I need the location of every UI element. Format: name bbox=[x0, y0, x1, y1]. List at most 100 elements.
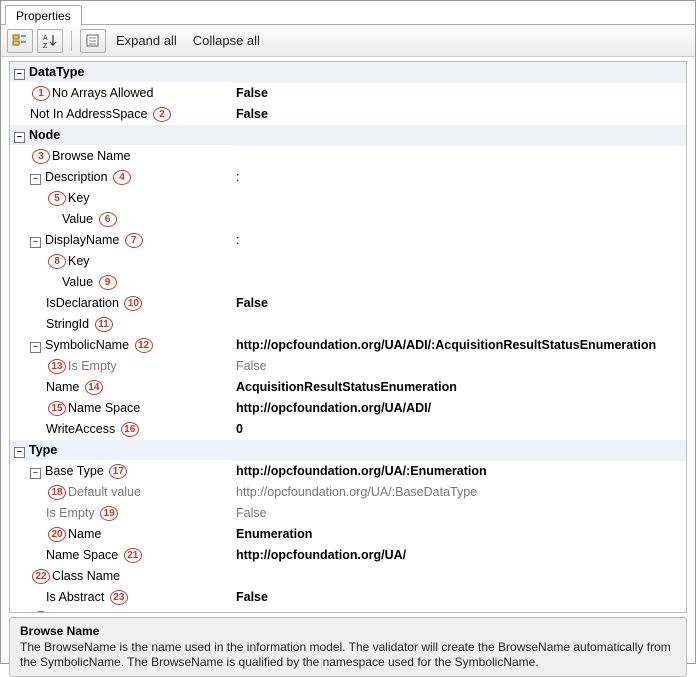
row-no-class-gen[interactable]: 24No Class Generation False bbox=[10, 608, 686, 614]
row-class-name[interactable]: 22Class Name bbox=[10, 566, 686, 587]
prop-label: Value bbox=[62, 212, 93, 226]
annotation-14: 14 bbox=[85, 380, 103, 395]
prop-value[interactable]: http://opcfoundation.org/UA/ bbox=[232, 545, 686, 566]
prop-value[interactable]: False bbox=[232, 83, 686, 104]
prop-value[interactable] bbox=[232, 188, 686, 209]
collapse-all-button[interactable]: Collapse all bbox=[187, 29, 266, 52]
prop-value: False bbox=[232, 356, 686, 377]
prop-value[interactable]: : bbox=[232, 167, 686, 188]
annotation-1: 1 bbox=[32, 86, 50, 101]
row-is-declaration[interactable]: IsDeclaration 10 False bbox=[10, 293, 686, 314]
prop-value[interactable]: 0 bbox=[232, 419, 686, 440]
prop-value[interactable]: False bbox=[232, 293, 686, 314]
prop-label: Name Space bbox=[68, 401, 140, 415]
row-base-type[interactable]: –Base Type 17 http://opcfoundation.org/U… bbox=[10, 461, 686, 482]
prop-label: No Arrays Allowed bbox=[52, 86, 153, 100]
row-is-abstract[interactable]: Is Abstract 23 False bbox=[10, 587, 686, 608]
annotation-12: 12 bbox=[135, 338, 153, 353]
prop-label: Not In AddressSpace bbox=[30, 107, 147, 121]
prop-value[interactable]: False bbox=[232, 608, 686, 614]
prop-value[interactable] bbox=[232, 209, 686, 230]
prop-label: Is Abstract bbox=[46, 590, 104, 604]
row-no-arrays[interactable]: 1No Arrays Allowed False bbox=[10, 83, 686, 104]
annotation-15: 15 bbox=[48, 401, 66, 416]
prop-label: Default value bbox=[68, 485, 141, 499]
collapse-icon[interactable]: – bbox=[30, 342, 41, 353]
annotation-24: 24 bbox=[32, 611, 50, 613]
row-desc-value[interactable]: Value 6 bbox=[10, 209, 686, 230]
prop-label: Name bbox=[46, 380, 79, 394]
prop-label: Class Name bbox=[52, 569, 120, 583]
annotation-9: 9 bbox=[99, 275, 117, 290]
prop-label: Browse Name bbox=[52, 149, 131, 163]
sort-az-icon: A Z bbox=[42, 33, 58, 49]
prop-value[interactable] bbox=[232, 566, 686, 587]
prop-value[interactable]: AcquisitionResultStatusEnumeration bbox=[232, 377, 686, 398]
category-datatype[interactable]: –DataType bbox=[10, 62, 686, 83]
prop-value[interactable] bbox=[232, 251, 686, 272]
row-write-access[interactable]: WriteAccess 16 0 bbox=[10, 419, 686, 440]
annotation-23: 23 bbox=[110, 590, 128, 605]
svg-text:A: A bbox=[43, 35, 48, 42]
row-sn-name[interactable]: Name 14 AcquisitionResultStatusEnumerati… bbox=[10, 377, 686, 398]
annotation-19: 19 bbox=[100, 506, 118, 521]
prop-label: Is Empty bbox=[46, 506, 95, 520]
prop-value[interactable]: http://opcfoundation.org/UA/:Enumeration bbox=[232, 461, 686, 482]
annotation-6: 6 bbox=[99, 212, 117, 227]
annotation-11: 11 bbox=[95, 317, 113, 332]
row-bt-default[interactable]: 18Default value http://opcfoundation.org… bbox=[10, 482, 686, 503]
row-bt-name[interactable]: 20Name Enumeration bbox=[10, 524, 686, 545]
prop-value[interactable]: http://opcfoundation.org/UA/ADI/:Acquisi… bbox=[232, 335, 686, 356]
annotation-4: 4 bbox=[113, 170, 131, 185]
prop-value: False bbox=[232, 503, 686, 524]
prop-value: http://opcfoundation.org/UA/:BaseDataTyp… bbox=[232, 482, 686, 503]
row-dn-value[interactable]: Value 9 bbox=[10, 272, 686, 293]
prop-value[interactable]: False bbox=[232, 587, 686, 608]
row-bt-namespace[interactable]: Name Space 21 http://opcfoundation.org/U… bbox=[10, 545, 686, 566]
categorized-button[interactable] bbox=[7, 29, 33, 53]
alphabetical-button[interactable]: A Z bbox=[37, 29, 63, 53]
category-node[interactable]: –Node bbox=[10, 125, 686, 146]
tab-properties[interactable]: Properties bbox=[5, 5, 82, 25]
row-sn-is-empty[interactable]: 13Is Empty False bbox=[10, 356, 686, 377]
prop-label: Name Space bbox=[46, 548, 118, 562]
row-display-name[interactable]: –DisplayName 7 : bbox=[10, 230, 686, 251]
prop-value[interactable]: False bbox=[232, 104, 686, 125]
category-type[interactable]: –Type bbox=[10, 440, 686, 461]
svg-text:Z: Z bbox=[43, 43, 48, 49]
property-pages-button[interactable] bbox=[80, 29, 106, 53]
collapse-icon[interactable]: – bbox=[30, 174, 41, 185]
row-browse-name[interactable]: 3Browse Name bbox=[10, 146, 686, 167]
row-string-id[interactable]: StringId 11 bbox=[10, 314, 686, 335]
collapse-icon[interactable]: – bbox=[14, 132, 25, 143]
annotation-7: 7 bbox=[125, 233, 143, 248]
row-description[interactable]: –Description 4 : bbox=[10, 167, 686, 188]
tab-strip: Properties bbox=[1, 1, 695, 25]
collapse-icon[interactable]: – bbox=[14, 69, 25, 80]
collapse-icon[interactable]: – bbox=[30, 237, 41, 248]
prop-value[interactable]: http://opcfoundation.org/UA/ADI/ bbox=[232, 398, 686, 419]
annotation-17: 17 bbox=[109, 464, 127, 479]
collapse-icon[interactable]: – bbox=[30, 468, 41, 479]
prop-label: DisplayName bbox=[45, 233, 119, 247]
row-bt-is-empty[interactable]: Is Empty 19 False bbox=[10, 503, 686, 524]
description-title: Browse Name bbox=[20, 624, 676, 638]
row-not-in-addr[interactable]: Not In AddressSpace 2 False bbox=[10, 104, 686, 125]
annotation-13: 13 bbox=[48, 359, 66, 374]
prop-value[interactable]: : bbox=[232, 230, 686, 251]
prop-value[interactable] bbox=[232, 314, 686, 335]
prop-value[interactable]: Enumeration bbox=[232, 524, 686, 545]
category-label: Type bbox=[29, 443, 57, 457]
row-symbolic-name[interactable]: –SymbolicName 12 http://opcfoundation.or… bbox=[10, 335, 686, 356]
prop-value[interactable] bbox=[232, 272, 686, 293]
annotation-5: 5 bbox=[48, 191, 66, 206]
expand-all-button[interactable]: Expand all bbox=[110, 29, 183, 52]
prop-label: Value bbox=[62, 275, 93, 289]
collapse-icon[interactable]: – bbox=[14, 447, 25, 458]
row-sn-namespace[interactable]: 15Name Space http://opcfoundation.org/UA… bbox=[10, 398, 686, 419]
prop-label: Key bbox=[68, 191, 90, 205]
row-dn-key[interactable]: 8Key bbox=[10, 251, 686, 272]
row-desc-key[interactable]: 5Key bbox=[10, 188, 686, 209]
toolbar-separator bbox=[71, 31, 72, 51]
prop-value[interactable] bbox=[232, 146, 686, 167]
